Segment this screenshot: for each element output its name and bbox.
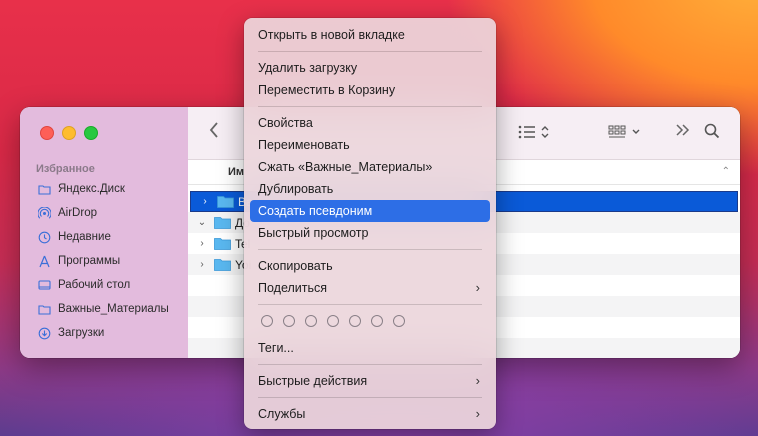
folder-icon [37, 182, 51, 196]
menu-item-quick-actions[interactable]: Быстрые действия › [250, 370, 490, 392]
disclosure-chevron-icon[interactable]: › [199, 196, 211, 207]
tag-circle[interactable] [283, 315, 295, 327]
menu-item-label: Быстрые действия [258, 374, 368, 388]
tag-circle[interactable] [393, 315, 405, 327]
folder-icon [214, 217, 231, 229]
sidebar-item-label: Рабочий стол [58, 279, 131, 291]
clock-icon [37, 230, 51, 244]
chevron-right-icon: › [475, 373, 480, 388]
menu-item-quick-look[interactable]: Быстрый просмотр [250, 222, 490, 244]
sort-chevron-icon: ⌃ [721, 166, 730, 177]
sidebar-item-label: Программы [58, 255, 121, 267]
tag-circle[interactable] [371, 315, 383, 327]
menu-item-copy[interactable]: Скопировать [250, 255, 490, 277]
tag-color-picker [261, 315, 405, 327]
sidebar-item-downloads[interactable]: Загрузки [20, 321, 188, 345]
folder-icon [214, 238, 231, 250]
sidebar-item-applications[interactable]: Программы [20, 249, 188, 273]
tag-circle[interactable] [327, 315, 339, 327]
menu-item-services[interactable]: Службы › [250, 403, 490, 425]
zoom-button[interactable] [84, 126, 98, 140]
menu-separator [258, 106, 482, 107]
sidebar-item-label: Недавние [58, 231, 111, 243]
tag-circle[interactable] [305, 315, 317, 327]
menu-separator [258, 364, 482, 365]
tag-circle[interactable] [261, 315, 273, 327]
menu-item-duplicate[interactable]: Дублировать [250, 178, 490, 200]
sidebar-section-favorites: Избранное [36, 163, 95, 175]
chevron-right-icon: › [475, 280, 480, 295]
search-button[interactable] [704, 123, 720, 144]
close-button[interactable] [40, 126, 54, 140]
disclosure-chevron-icon[interactable]: ⌄ [196, 217, 208, 228]
view-list-button[interactable] [518, 125, 554, 144]
folder-icon [37, 302, 51, 316]
back-button[interactable] [208, 121, 224, 141]
chevron-left-icon [209, 122, 218, 138]
search-icon [704, 123, 720, 139]
more-button[interactable] [675, 121, 691, 142]
group-button[interactable] [608, 125, 644, 144]
sidebar-item-label: Важные_Материалы [58, 303, 169, 315]
double-chevron-right-icon [676, 124, 690, 136]
minimize-button[interactable] [62, 126, 76, 140]
menu-item-label: Службы [258, 407, 306, 421]
folder-icon [217, 196, 234, 208]
sidebar-item-airdrop[interactable]: AirDrop [20, 201, 188, 225]
disclosure-chevron-icon[interactable]: › [196, 259, 208, 270]
sidebar-item-recents[interactable]: Недавние [20, 225, 188, 249]
chevron-right-icon: › [475, 406, 480, 421]
menu-item-delete-download[interactable]: Удалить загрузку [250, 57, 490, 79]
menu-item-share[interactable]: Поделиться › [250, 277, 490, 299]
download-icon [37, 326, 51, 340]
sidebar-item-desktop[interactable]: Рабочий стол [20, 273, 188, 297]
menu-item-move-to-trash[interactable]: Переместить в Корзину [250, 79, 490, 101]
sidebar-item-label: Загрузки [58, 327, 105, 339]
menu-separator [258, 51, 482, 52]
context-menu: Открыть в новой вкладке Удалить загрузку… [244, 18, 496, 429]
menu-item-rename[interactable]: Переименовать [250, 134, 490, 156]
airdrop-icon [37, 206, 51, 220]
menu-item-open-new-tab[interactable]: Открыть в новой вкладке [250, 24, 490, 46]
disclosure-chevron-icon[interactable]: › [196, 238, 208, 249]
menu-separator [258, 249, 482, 250]
menu-item-label: Поделиться [258, 281, 328, 295]
sidebar: Избранное Яндекс.Диск AirDrop Недавние П… [20, 107, 188, 358]
list-view-icon [518, 125, 549, 139]
desktop-icon [37, 278, 51, 292]
window-controls [40, 126, 98, 140]
menu-item-properties[interactable]: Свойства [250, 112, 490, 134]
tag-circle[interactable] [349, 315, 361, 327]
menu-item-make-alias[interactable]: Создать псевдоним [250, 200, 490, 222]
menu-item-tags[interactable]: Теги... [250, 337, 490, 359]
column-name[interactable]: Им [228, 166, 244, 178]
sidebar-item-label: AirDrop [58, 207, 97, 219]
menu-separator [258, 304, 482, 305]
menu-item-compress[interactable]: Сжать «Важные_Материалы» [250, 156, 490, 178]
grid-view-icon [608, 125, 640, 138]
folder-icon [214, 259, 231, 271]
sidebar-item-yandex-disk[interactable]: Яндекс.Диск [20, 177, 188, 201]
menu-separator [258, 397, 482, 398]
sidebar-item-important-materials[interactable]: Важные_Материалы [20, 297, 188, 321]
apps-icon [37, 254, 51, 268]
sidebar-item-label: Яндекс.Диск [58, 183, 125, 195]
